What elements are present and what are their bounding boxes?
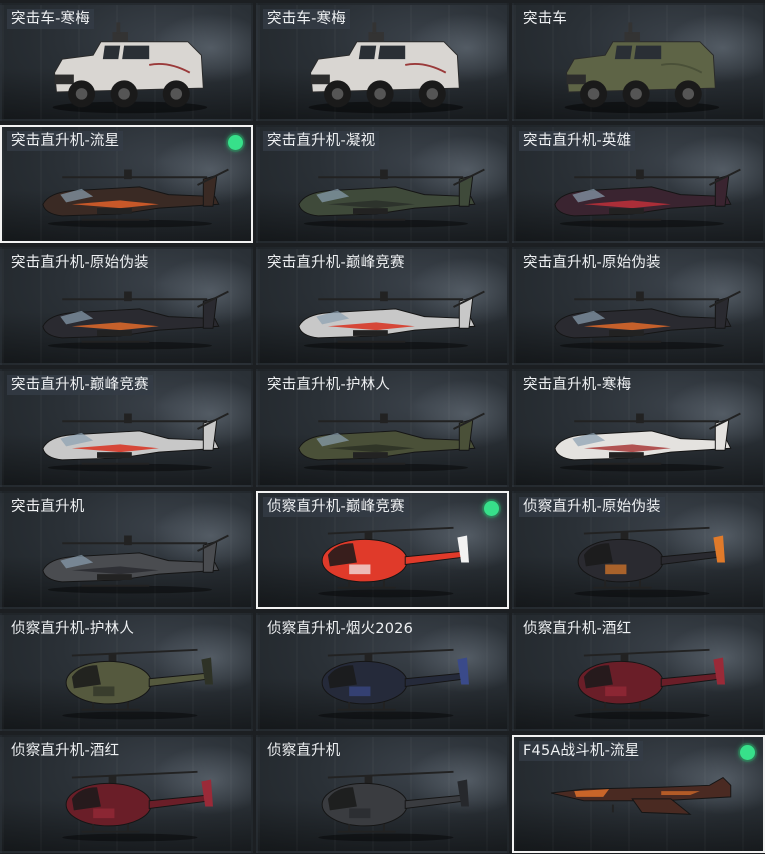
- scout-helicopter-icon: [62, 770, 213, 842]
- vehicle-skin-card[interactable]: 侦察直升机-原始伪装: [512, 491, 765, 609]
- attack-helicopter-icon: [298, 290, 485, 350]
- armored-truck-icon: [308, 22, 464, 114]
- vehicle-skin-card[interactable]: 侦察直升机-护林人: [0, 613, 253, 731]
- equipped-indicator-icon: [228, 135, 243, 150]
- vehicle-skin-card[interactable]: 突击直升机-巅峰竞赛: [256, 247, 509, 365]
- vehicle-skin-card[interactable]: 突击直升机-护林人: [256, 369, 509, 487]
- scout-helicopter-icon: [574, 648, 725, 720]
- vehicle-skin-card[interactable]: 突击直升机-寒梅: [512, 369, 765, 487]
- vehicle-skin-label: 突击直升机-凝视: [263, 131, 380, 151]
- vehicle-skin-card[interactable]: 侦察直升机-酒红: [0, 735, 253, 853]
- attack-helicopter-icon: [298, 168, 485, 228]
- vehicle-skin-label: 侦察直升机-护林人: [11, 621, 135, 637]
- vehicle-skin-label: 侦察直升机-酒红: [523, 621, 632, 637]
- armored-truck-icon: [564, 22, 720, 114]
- vehicle-skin-card[interactable]: 侦察直升机-酒红: [512, 613, 765, 731]
- attack-helicopter-icon: [298, 412, 485, 472]
- vehicle-skin-card[interactable]: 突击直升机-凝视: [256, 125, 509, 243]
- scout-helicopter-icon: [574, 526, 725, 598]
- vehicle-skin-label: F45A战斗机-流星: [519, 741, 644, 761]
- vehicle-skin-card[interactable]: 侦察直升机: [256, 735, 509, 853]
- equipped-indicator-icon: [484, 501, 499, 516]
- vehicle-skin-card[interactable]: 突击车: [512, 3, 765, 121]
- vehicle-skin-card[interactable]: 突击车-寒梅: [0, 3, 253, 121]
- vehicle-skin-card[interactable]: 突击直升机-流星: [0, 125, 253, 243]
- vehicle-skin-label: 侦察直升机-原始伪装: [519, 497, 665, 517]
- vehicle-skin-card[interactable]: 侦察直升机-烟火2026: [256, 613, 509, 731]
- attack-helicopter-icon: [42, 534, 229, 594]
- vehicle-skin-label: 突击直升机-流星: [7, 131, 124, 151]
- vehicle-skin-label: 突击直升机-原始伪装: [11, 255, 149, 271]
- vehicle-skin-label: 侦察直升机-酒红: [11, 743, 120, 759]
- vehicle-skin-card[interactable]: 突击直升机-巅峰竞赛: [0, 369, 253, 487]
- vehicle-skin-label: 突击车-寒梅: [7, 9, 94, 29]
- vehicle-skin-label: 突击直升机: [11, 499, 85, 515]
- vehicle-skin-card[interactable]: F45A战斗机-流星: [512, 735, 765, 853]
- vehicle-skin-card[interactable]: 突击车-寒梅: [256, 3, 509, 121]
- vehicle-skin-label: 突击直升机-巅峰竞赛: [267, 255, 405, 271]
- vehicle-skin-label: 侦察直升机: [267, 743, 341, 759]
- vehicle-skin-label: 侦察直升机-巅峰竞赛: [263, 497, 409, 517]
- vehicle-skin-card[interactable]: 侦察直升机-巅峰竞赛: [256, 491, 509, 609]
- attack-helicopter-icon: [42, 168, 229, 228]
- armored-truck-icon: [52, 22, 208, 114]
- fighter-jet-icon: [550, 776, 732, 815]
- skin-grid: 突击车-寒梅 突击车-寒梅 突击车突击直升机-流星 突击直升机-凝视 突击直升机-英雄突…: [0, 0, 765, 854]
- attack-helicopter-icon: [42, 290, 229, 350]
- vehicle-skin-label: 突击直升机-原始伪装: [523, 255, 661, 271]
- vehicle-skin-label: 突击车: [523, 11, 568, 27]
- attack-helicopter-icon: [554, 412, 741, 472]
- vehicle-skin-label: 突击直升机-巅峰竞赛: [7, 375, 153, 395]
- attack-helicopter-icon: [554, 168, 741, 228]
- vehicle-skin-label: 侦察直升机-烟火2026: [267, 621, 414, 637]
- vehicle-skin-label: 突击车-寒梅: [263, 9, 350, 29]
- vehicle-skin-label: 突击直升机-寒梅: [523, 377, 632, 393]
- vehicle-skin-card[interactable]: 突击直升机-原始伪装: [512, 247, 765, 365]
- vehicle-skin-card[interactable]: 突击直升机: [0, 491, 253, 609]
- attack-helicopter-icon: [554, 290, 741, 350]
- scout-helicopter-icon: [62, 648, 213, 720]
- scout-helicopter-icon: [318, 648, 469, 720]
- vehicle-skin-card[interactable]: 突击直升机-英雄: [512, 125, 765, 243]
- attack-helicopter-icon: [42, 412, 229, 472]
- scout-helicopter-icon: [318, 526, 469, 598]
- vehicle-skin-label: 突击直升机-英雄: [519, 131, 636, 151]
- vehicle-skin-label: 突击直升机-护林人: [267, 377, 391, 393]
- scout-helicopter-icon: [318, 770, 469, 842]
- vehicle-skin-card[interactable]: 突击直升机-原始伪装: [0, 247, 253, 365]
- equipped-indicator-icon: [740, 745, 755, 760]
